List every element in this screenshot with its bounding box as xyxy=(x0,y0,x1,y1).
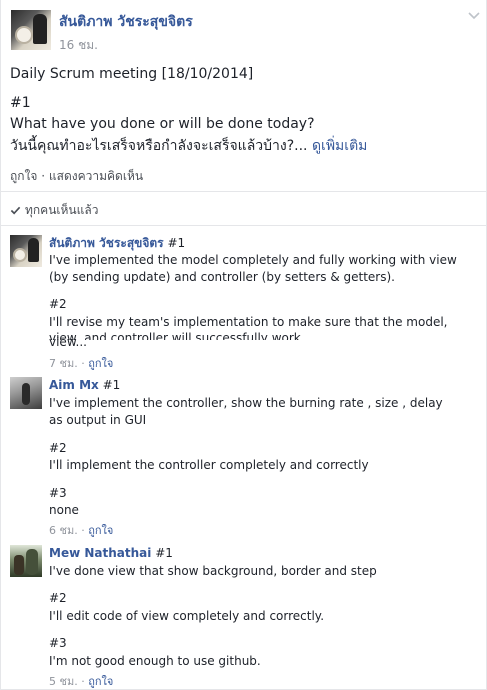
commenter-avatar[interactable] xyxy=(10,235,42,267)
post-text-line: วันนี้คุณทำอะไรเสร็จหรือกำลังจะเสร็จแล้ว… xyxy=(10,137,367,155)
comment-text: #2 xyxy=(49,297,67,311)
divider xyxy=(1,191,487,192)
commenter-name[interactable]: Mew Nathathai xyxy=(49,546,151,560)
comment-text: #3 xyxy=(49,636,67,650)
post-author[interactable]: สันติภาพ วัชระสุขจิตร xyxy=(59,11,193,33)
post-actions: ถูกใจ · แสดงความคิดเห็น xyxy=(10,167,143,186)
comment-like-link[interactable]: ถูกใจ xyxy=(88,675,113,688)
commenter-name[interactable]: สันติภาพ วัชระสุขจิตร xyxy=(49,236,164,250)
like-link[interactable]: ถูกใจ xyxy=(10,169,37,183)
post-text-thai: วันนี้คุณทำอะไรเสร็จหรือกำลังจะเสร็จแล้ว… xyxy=(10,138,308,154)
author-avatar[interactable] xyxy=(11,10,51,50)
comment-text: none xyxy=(49,503,79,517)
comment-text[interactable]: view... xyxy=(49,337,87,347)
comment-header: Mew Nathathai #1 xyxy=(49,546,173,561)
divider xyxy=(1,225,487,226)
commenter-avatar[interactable] xyxy=(10,545,42,577)
comment-text: I'll implement the controller completely… xyxy=(49,458,369,472)
comment-text: #3 xyxy=(49,486,67,500)
comment-like-link[interactable]: ถูกใจ xyxy=(88,357,113,370)
post-text-line: What have you done or will be done today… xyxy=(10,116,315,132)
separator-dot: · xyxy=(81,524,85,537)
commenter-name[interactable]: Aim Mx xyxy=(49,378,99,392)
comment-link[interactable]: แสดงความคิดเห็น xyxy=(49,169,143,183)
comment-text: I've done view that show background, bor… xyxy=(49,564,377,578)
comment-text: #1 xyxy=(102,378,121,392)
comment-meta: 7 ชม. · ถูกใจ xyxy=(49,354,113,372)
comment-text: I'll revise my team's implementation to … xyxy=(49,315,448,329)
see-more-link[interactable]: ดูเพิ่มเติม xyxy=(312,138,367,154)
comment-time[interactable]: 7 ชม. xyxy=(49,357,78,370)
comment-text: #1 xyxy=(155,546,173,560)
comment-header: สันติภาพ วัชระสุขจิตร #1 xyxy=(49,236,185,251)
comment-text: as output in GUI xyxy=(49,413,147,427)
separator-dot: · xyxy=(81,675,85,688)
post-text-line: #1 xyxy=(10,95,31,111)
separator-dot: · xyxy=(41,169,46,183)
comment-text: I'll edit code of view completely and co… xyxy=(49,609,325,623)
check-icon xyxy=(10,206,21,215)
comment-time[interactable]: 6 ชม. xyxy=(49,524,78,537)
separator-dot: · xyxy=(81,357,85,370)
comment-text: I've implement the controller, show the … xyxy=(49,396,443,410)
comment-header: Aim Mx #1 xyxy=(49,378,120,393)
seen-by-everyone: ทุกคนเห็นแล้ว xyxy=(10,201,98,220)
commenter-avatar[interactable] xyxy=(10,377,42,409)
comment-text: (by sending update) and controller (by s… xyxy=(49,270,395,284)
post-timestamp[interactable]: 16 ชม. xyxy=(59,36,98,55)
facebook-post: สันติภาพ วัชระสุขจิตร 16 ชม. Daily Scrum… xyxy=(0,0,487,690)
comment-text: #2 xyxy=(49,441,67,455)
seen-label: ทุกคนเห็นแล้ว xyxy=(25,203,99,217)
comment-text: #2 xyxy=(49,591,67,605)
chevron-down-icon[interactable] xyxy=(467,8,481,22)
comment-meta: 5 ชม. · ถูกใจ xyxy=(49,672,113,690)
comment-text: I've implemented the model completely an… xyxy=(49,253,457,267)
comment-meta: 6 ชม. · ถูกใจ xyxy=(49,521,113,539)
post-text-line: Daily Scrum meeting [18/10/2014] xyxy=(10,66,254,82)
comment-text: #1 xyxy=(167,236,186,250)
comment-time[interactable]: 5 ชม. xyxy=(49,675,78,688)
comment-text: I'm not good enough to use github. xyxy=(49,654,261,668)
comment-like-link[interactable]: ถูกใจ xyxy=(88,524,113,537)
